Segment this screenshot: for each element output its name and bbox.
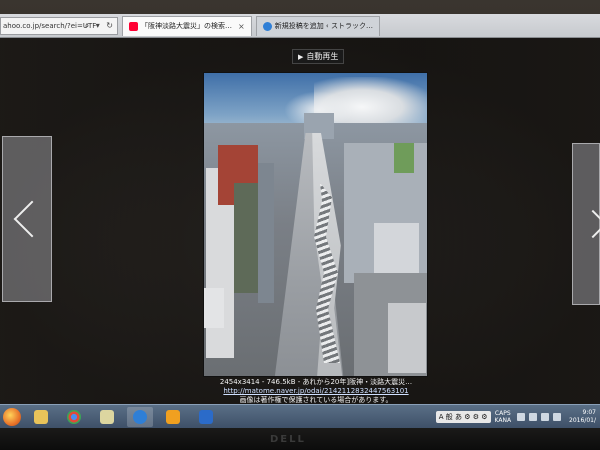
photo-building xyxy=(394,143,414,173)
chevron-right-icon xyxy=(578,209,600,239)
ie-icon xyxy=(133,409,147,424)
tab-yahoo-search[interactable]: 「阪神淡路大震災」の検索… × xyxy=(122,15,252,36)
ime-bar[interactable]: A 般 あ ⚙ ⚙ ⚙ xyxy=(435,411,491,423)
enlarged-photo[interactable] xyxy=(203,72,428,377)
source-link[interactable]: http://matome.naver.jp/odai/214211283244… xyxy=(200,387,432,396)
taskbar-chrome-button[interactable] xyxy=(61,407,87,427)
next-image-button[interactable] xyxy=(572,143,600,305)
clock-time: 9:07 xyxy=(582,409,596,416)
system-tray: A 般 あ ⚙ ⚙ ⚙ CAPS KANA 9:07 2016/01/ xyxy=(435,407,596,427)
address-bar[interactable]: ahoo.co.jp/search/?ei=UTF- ⌕ ▾ ↻ xyxy=(0,16,118,35)
image-caption: 2454x3414 - 746.5kB - あれから20年]阪神・淡路大震災… … xyxy=(200,378,432,405)
taskbar-media-button[interactable] xyxy=(160,407,186,427)
photo-building xyxy=(234,183,258,293)
chrome-icon xyxy=(67,409,81,424)
media-icon xyxy=(166,409,180,424)
photo-building xyxy=(204,288,224,328)
windows-taskbar: A 般 あ ⚙ ⚙ ⚙ CAPS KANA 9:07 2016/01/ xyxy=(0,404,600,428)
address-bar-icons[interactable]: ⌕ ▾ ↻ xyxy=(85,21,115,31)
taskbar-ie-button[interactable] xyxy=(127,406,153,427)
monitor-logo: DELL xyxy=(270,434,306,445)
ie-icon xyxy=(262,21,272,31)
play-icon: ▶ xyxy=(298,52,304,61)
flag-icon[interactable] xyxy=(553,413,562,421)
close-icon[interactable]: × xyxy=(238,22,245,31)
kana-status: KANA xyxy=(494,417,512,424)
taskbar-explorer-button[interactable] xyxy=(28,407,54,427)
taskbar-word-button[interactable] xyxy=(193,407,219,427)
tab-label: 新規投稿を追加 ‹ ストラック… xyxy=(274,22,373,30)
network-icon[interactable] xyxy=(529,413,538,421)
photo-building xyxy=(388,303,426,373)
tab-new-post[interactable]: 新規投稿を追加 ‹ ストラック… xyxy=(255,15,380,36)
taskbar-app-button[interactable] xyxy=(94,407,120,427)
tab-label: 「阪神淡路大震災」の検索… xyxy=(141,22,232,30)
chevron-left-icon xyxy=(13,200,51,238)
word-icon xyxy=(199,409,213,424)
clock-date: 2016/01/ xyxy=(569,417,596,424)
previous-image-button[interactable] xyxy=(2,136,52,302)
folder-icon xyxy=(34,409,48,424)
yahoo-icon xyxy=(129,21,138,31)
start-button[interactable] xyxy=(3,407,21,426)
clock[interactable]: 9:07 2016/01/ xyxy=(569,409,596,425)
tray-arrow-icon[interactable] xyxy=(517,413,526,421)
photo-building xyxy=(258,163,274,303)
caps-status: CAPS xyxy=(494,410,511,417)
app-icon xyxy=(100,409,114,424)
volume-icon[interactable] xyxy=(541,413,550,421)
slideshow-label: 自動再生 xyxy=(306,52,339,61)
image-dimensions-title: 2454x3414 - 746.5kB - あれから20年]阪神・淡路大震災… xyxy=(219,378,413,386)
keyboard-status: CAPS KANA xyxy=(495,410,512,424)
slideshow-button[interactable]: ▶ 自動再生 xyxy=(292,49,345,64)
browser-toolbar: ahoo.co.jp/search/?ei=UTF- ⌕ ▾ ↻ 「阪神淡路大震… xyxy=(0,14,600,38)
